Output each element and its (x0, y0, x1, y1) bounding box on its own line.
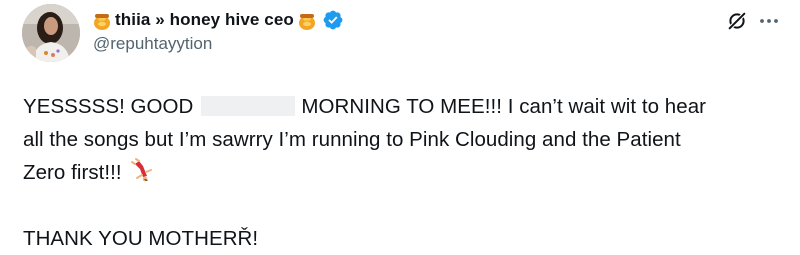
verified-badge-icon[interactable] (322, 9, 344, 31)
tweet-actions (726, 10, 782, 32)
tweet-line-3: Zero first!!! (23, 156, 793, 189)
redacted-text (201, 96, 296, 116)
name-row[interactable]: thiia » honey hive ceo (91, 8, 344, 32)
honey-pot-icon (298, 14, 315, 30)
tweet-line-1: YESSSSS! GOOD MORNING TO MEE!!! I can’t w… (23, 90, 793, 123)
tweet-text: YESSSSS! GOOD MORNING TO MEE!!! I can’t w… (23, 90, 793, 255)
display-name[interactable]: thiia » honey hive ceo (115, 10, 294, 30)
more-options-icon[interactable] (756, 10, 782, 32)
grok-icon[interactable] (726, 10, 748, 32)
dancer-icon (131, 158, 153, 182)
tweet-line-5: THANK YOU MOTHERŘ! (23, 227, 259, 250)
user-handle[interactable]: @repuhtayytion (93, 34, 344, 54)
tweet-header: thiia » honey hive ceo @repuhtayytion (91, 8, 344, 54)
tweet-text-segment: YESSSSS! GOOD (23, 95, 194, 118)
tweet-line-2: all the songs but I’m sawrry I’m running… (23, 128, 681, 151)
avatar-image (22, 4, 80, 62)
tweet: thiia » honey hive ceo @repuhtayytion YE… (0, 0, 800, 251)
tweet-text-segment: MORNING TO MEE!!! I can’t wait wit to he… (301, 95, 707, 118)
avatar[interactable] (22, 4, 80, 62)
honey-pot-icon (94, 14, 110, 30)
tweet-text-segment: Zero first!!! (23, 161, 122, 184)
